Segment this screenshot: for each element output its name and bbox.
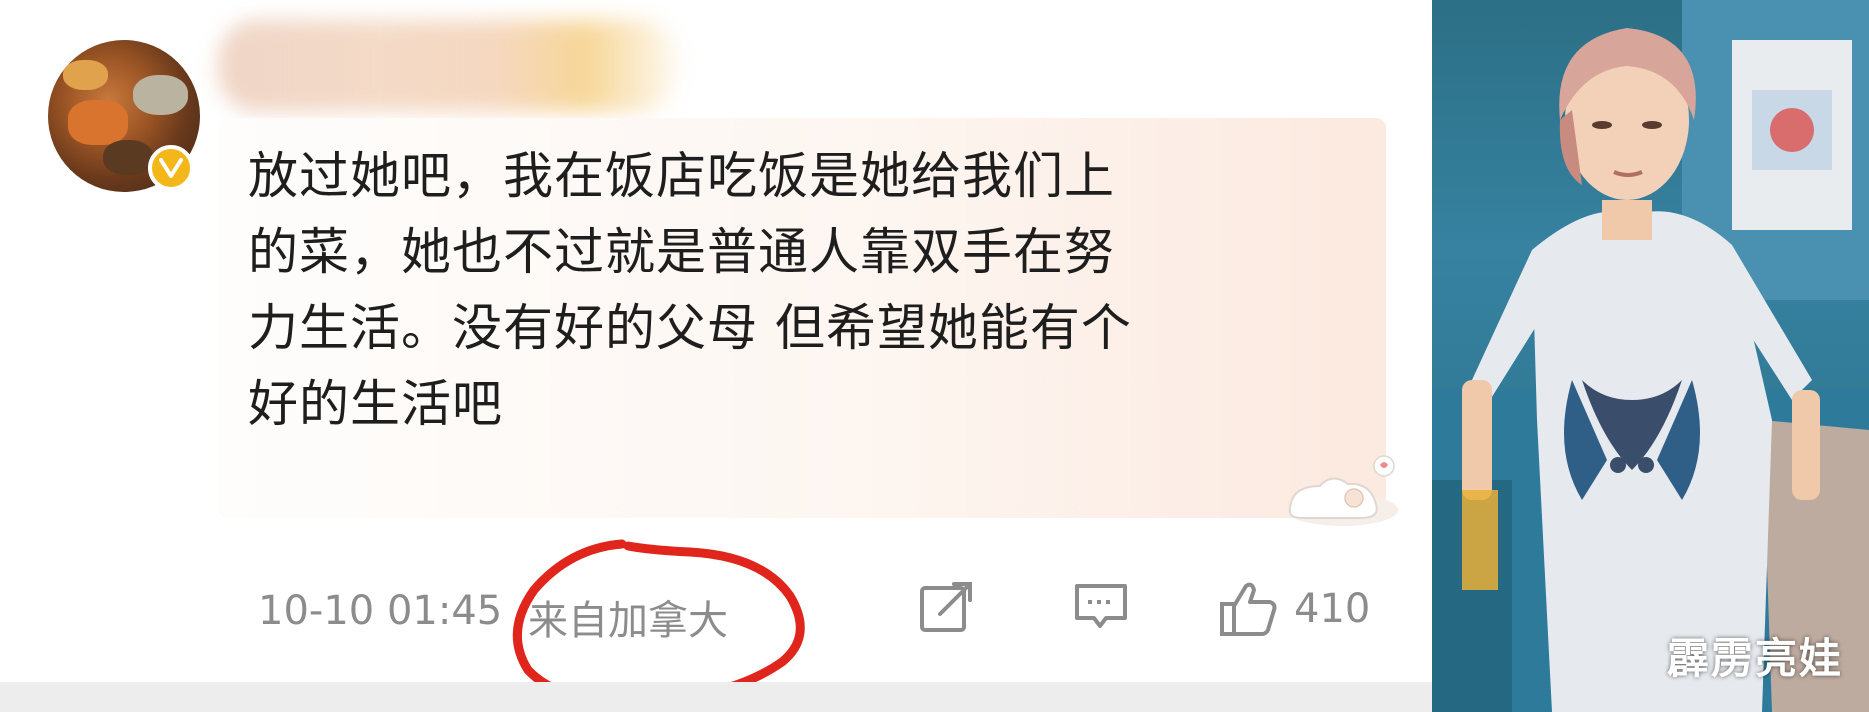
comment-card: 放过她吧，我在饭店吃饭是她给我们上 的菜，她也不过就是普通人靠双手在努 力生活。… bbox=[0, 0, 1432, 712]
news-photo: 霹雳亮娃 bbox=[1432, 0, 1869, 712]
avatar-food-shape bbox=[133, 75, 188, 115]
avatar-food-shape bbox=[103, 140, 153, 175]
comment-line: 的菜，她也不过就是普通人靠双手在努 bbox=[248, 223, 1115, 281]
blurred-username[interactable] bbox=[218, 20, 678, 112]
share-icon bbox=[920, 582, 972, 632]
person-photo-illustration bbox=[1432, 0, 1869, 712]
comment-text: 放过她吧，我在饭店吃饭是她给我们上 的菜，她也不过就是普通人靠双手在努 力生活。… bbox=[248, 138, 1388, 442]
separator-strip bbox=[0, 682, 1432, 712]
avatar-food-shape bbox=[63, 60, 108, 90]
comment-icon bbox=[1075, 584, 1127, 628]
comment-line: 好的生活吧 bbox=[248, 375, 503, 433]
like-button[interactable]: 410 bbox=[1218, 580, 1370, 638]
comment-button[interactable] bbox=[1072, 580, 1130, 634]
thumbs-up-icon bbox=[1220, 582, 1277, 636]
photo-watermark: 霹雳亮娃 bbox=[1666, 634, 1843, 683]
cat-sticker-icon bbox=[1286, 455, 1398, 526]
verified-badge-icon bbox=[148, 145, 194, 191]
avatar-food-shape bbox=[68, 100, 128, 145]
comment-line: 放过她吧，我在饭店吃饭是她给我们上 bbox=[248, 147, 1115, 205]
comment-timestamp: 10-10 01:45 bbox=[258, 588, 503, 634]
like-count: 410 bbox=[1294, 586, 1371, 632]
share-button[interactable] bbox=[918, 580, 976, 634]
comment-line: 力生活。没有好的父母 但希望她能有个 bbox=[248, 299, 1132, 357]
